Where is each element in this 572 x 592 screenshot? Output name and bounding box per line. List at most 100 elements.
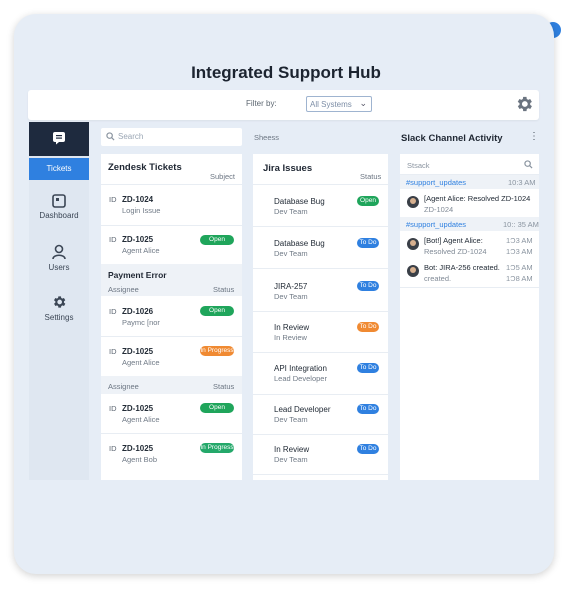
status-badge: Open [200, 403, 234, 413]
ticket-assignee: Agent Alice [122, 358, 160, 367]
slack-search-placeholder: Stsack [407, 161, 430, 170]
issue-team: Dev Team [274, 249, 308, 258]
message-sub: ZD-1024 [424, 205, 454, 214]
subject-header: Subject [210, 172, 236, 181]
columns-header: Sheess [254, 133, 280, 142]
chevron-down-icon: ⌄ [359, 98, 367, 108]
status-badge: Open [200, 306, 234, 316]
status-badge: To Do [357, 322, 379, 332]
status-badge: To Do [357, 404, 379, 414]
search-icon [524, 160, 533, 169]
issue-title: In Review [274, 323, 310, 332]
id-label: ID [109, 404, 117, 413]
ticket-id: ZD-1026 [122, 307, 154, 316]
issue-title: JIRA-257 [274, 282, 308, 291]
ticket-assignee: Agent Bob [122, 455, 158, 464]
zendesk-title: Zendesk Tickets [108, 162, 182, 173]
user-icon [52, 244, 66, 260]
ticket-subject: Login Issue [122, 206, 161, 215]
channel-name[interactable]: #support_updates [406, 178, 466, 187]
ticket-id: ZD-1025 [122, 347, 154, 356]
section-title: Payment Error [108, 270, 167, 280]
sidebar-item-settings[interactable]: Settings [29, 294, 89, 322]
timestamp: 1Ɔ3 AM [506, 247, 533, 256]
status-badge: Open [200, 235, 234, 245]
assignee-header: Assignee [108, 285, 139, 294]
message-sub: created. [424, 274, 452, 283]
id-label: ID [109, 235, 117, 244]
status-header: Status [360, 172, 382, 181]
jira-panel: Jira Issues Status Database Bug Dev Team… [253, 154, 388, 480]
assignee-header: Assignee [108, 382, 139, 391]
issue-title: API Integration [274, 364, 327, 373]
message-text: [Bot!] Agent Alice: [424, 236, 483, 245]
timestamp: 10:3 AM [508, 178, 536, 187]
issue-title: Lead Developer [274, 405, 331, 414]
status-badge: To Do [357, 444, 379, 454]
timestamp: 1Ɔ3 AM [506, 236, 533, 245]
id-label: ID [109, 195, 117, 204]
message-sub: Resolved ZD-1024 [424, 247, 487, 256]
filter-select[interactable]: All Systems ⌄ [306, 96, 372, 112]
sidebar-item-label: Users [48, 263, 70, 272]
status-badge: Open [357, 196, 379, 206]
sidebar-item-label: Tickets [46, 164, 72, 173]
gear-icon [54, 296, 66, 308]
ticket-id: ZD-1025 [122, 444, 154, 453]
sidebar: Tickets Dashboard Users Settings [29, 122, 89, 480]
avatar [407, 196, 419, 208]
status-badge: To Do [357, 363, 379, 373]
filter-label: Filter by: [246, 99, 277, 108]
ticket-subject: Paymc [nor [122, 318, 160, 327]
issue-team: In Review [274, 333, 307, 342]
ticket-id: ZD-1025 [122, 404, 154, 413]
search-placeholder: Search [118, 132, 144, 141]
filter-value: All Systems [310, 100, 352, 109]
avatar [407, 238, 419, 250]
timestamp: 10:: 35 AM [503, 220, 539, 229]
ticket-assignee: Agent Alice [122, 246, 160, 255]
status-header: Status [213, 285, 235, 294]
sidebar-item-users[interactable]: Users [29, 244, 89, 272]
chat-icon [53, 132, 65, 145]
ticket-id: ZD-1024 [122, 195, 154, 204]
search-icon [106, 132, 115, 141]
channel-name[interactable]: #support_updates [406, 220, 466, 229]
gear-icon[interactable] [514, 94, 534, 114]
message-text: Bot: JIRA-256 created. [424, 263, 500, 272]
sidebar-item-dashboard[interactable]: Dashboard [29, 194, 89, 220]
id-label: ID [109, 347, 117, 356]
status-badge: In Progress [200, 346, 234, 356]
issue-team: Dev Team [274, 455, 308, 464]
dashboard-icon [52, 194, 66, 208]
page-title: Integrated Support Hub [191, 63, 381, 82]
ticket-id: ZD-1025 [122, 235, 154, 244]
jira-title: Jira Issues [263, 163, 313, 174]
slack-search-input[interactable]: Stsack [400, 154, 539, 174]
id-label: ID [109, 444, 117, 453]
slack-panel: Stsack #support_updates 10:3 AM [Agent A… [400, 154, 539, 480]
timestamp: 1Ɔ5 AM [506, 263, 533, 272]
status-badge: In Progress [200, 443, 234, 453]
filter-bar: Filter by: All Systems ⌄ [28, 90, 539, 120]
message-text: [Agent Alice: Resolved ZD-1024 [424, 194, 531, 203]
issue-team: Lead Developer [274, 374, 327, 383]
slack-title: Slack Channel Activity [401, 133, 503, 144]
issue-title: Database Bug [274, 197, 325, 206]
issue-team: Dev Team [274, 207, 308, 216]
sidebar-item-label: Dashboard [39, 211, 79, 220]
avatar [407, 265, 419, 277]
zendesk-panel: Zendesk Tickets Subject ID ZD-1024 Login… [101, 154, 242, 480]
issue-title: Database Bug [274, 239, 325, 248]
sidebar-header[interactable] [29, 122, 89, 156]
more-options-icon[interactable]: ⋮ [529, 131, 539, 142]
sidebar-item-tickets[interactable]: Tickets [29, 158, 89, 180]
search-input[interactable]: Search [101, 128, 242, 146]
ticket-assignee: Agent Alice [122, 415, 160, 424]
issue-title: In Review [274, 445, 310, 454]
status-header: Status [213, 382, 235, 391]
timestamp: 1Ɔ8 AM [506, 274, 533, 283]
issue-team: Dev Team [274, 415, 308, 424]
sidebar-item-label: Settings [44, 313, 74, 322]
status-badge: To Do [357, 281, 379, 291]
